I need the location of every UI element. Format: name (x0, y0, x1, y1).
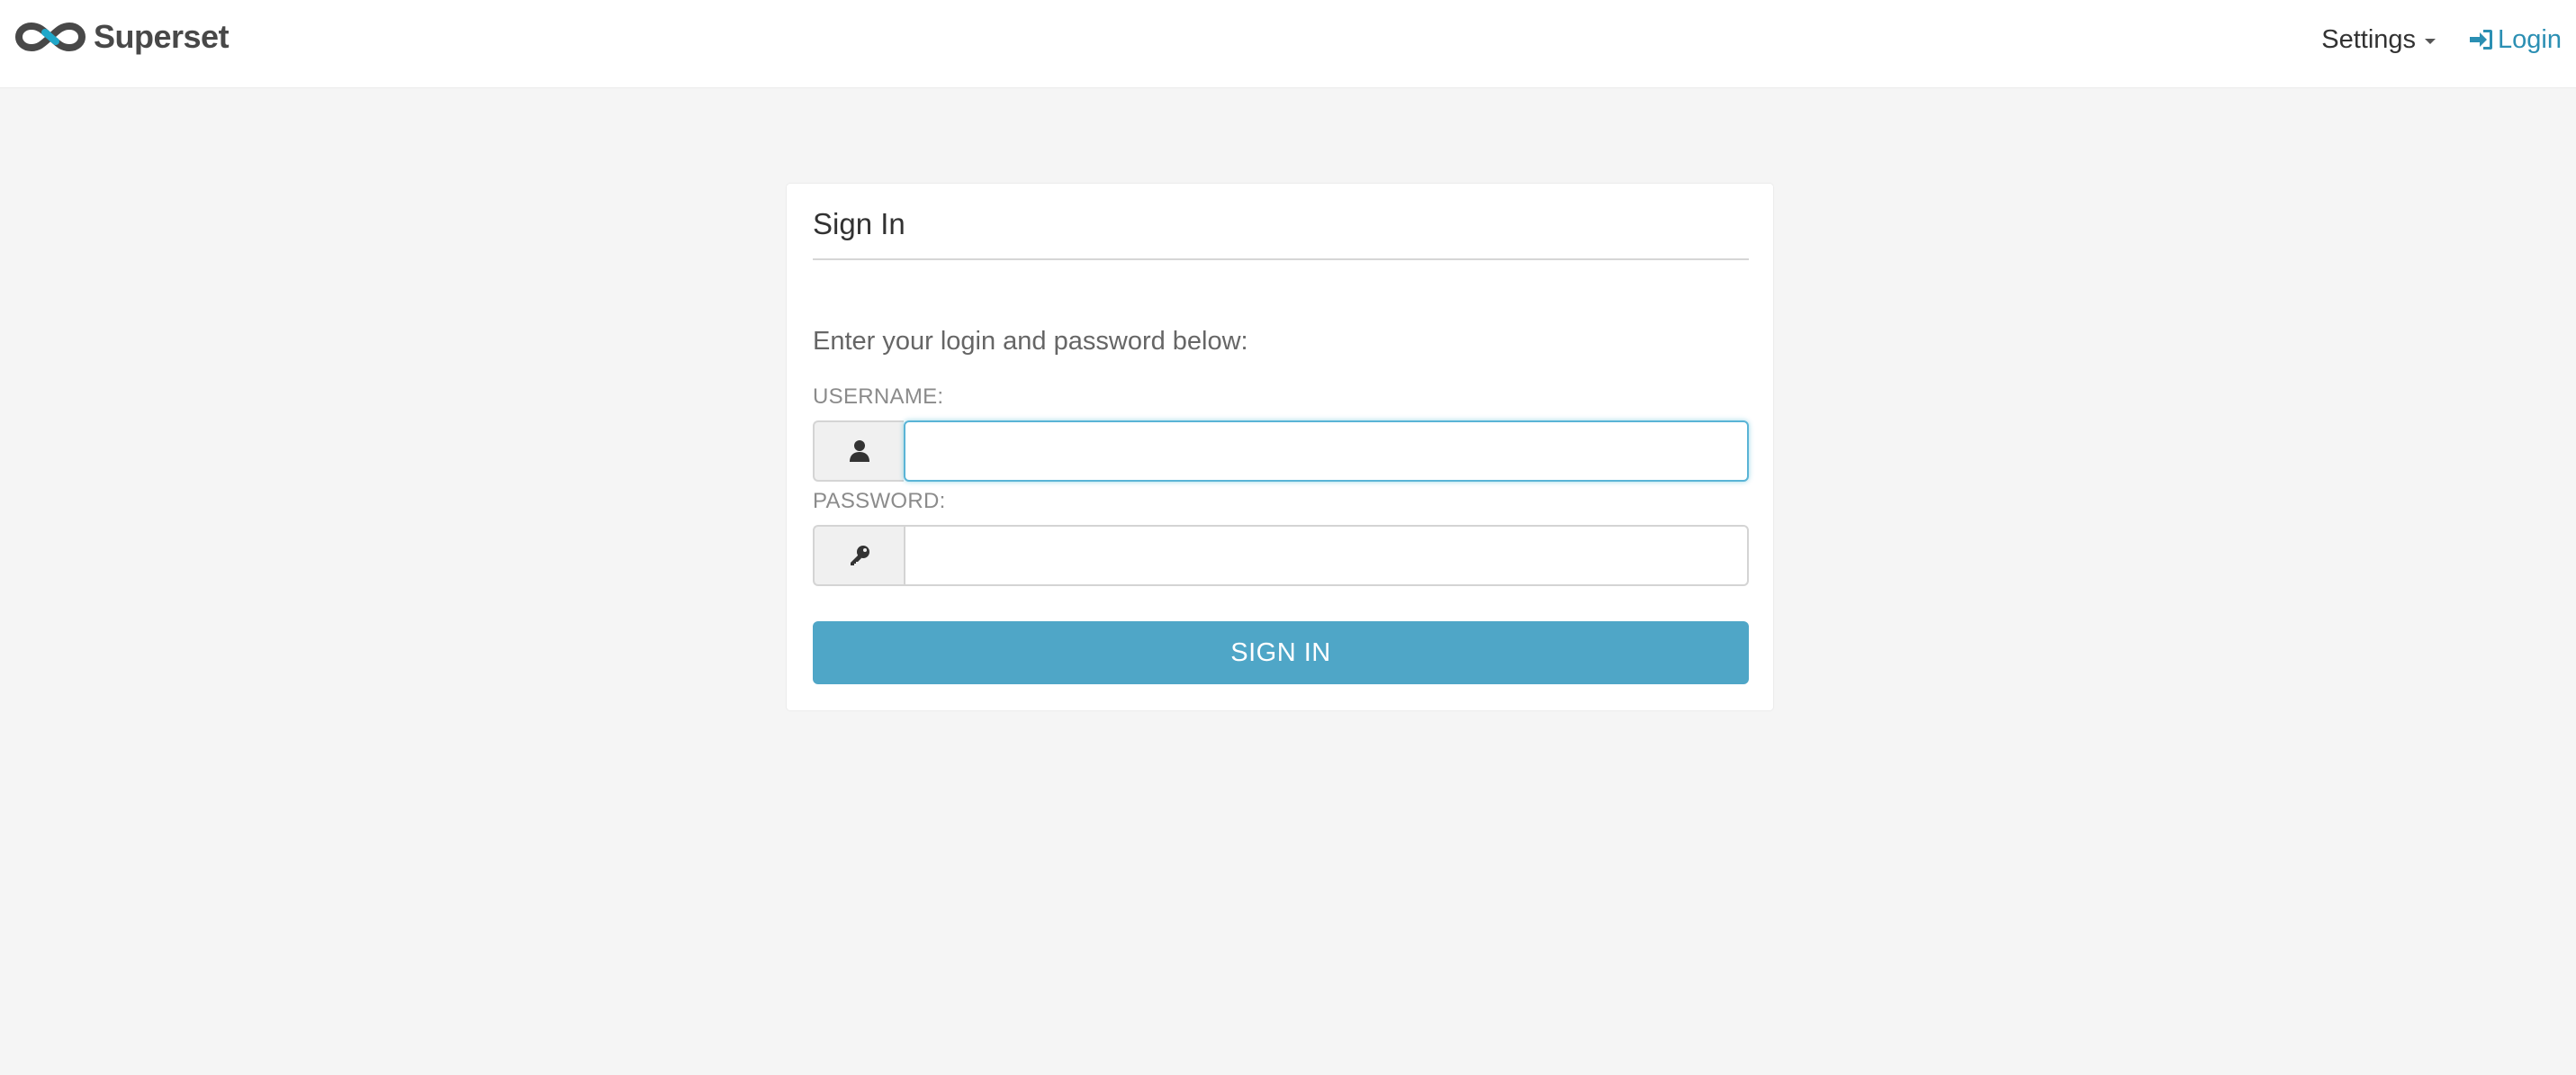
user-icon (849, 440, 869, 462)
top-navbar: Superset Settings Login (0, 0, 2576, 88)
login-label: Login (2498, 24, 2562, 54)
settings-label: Settings (2321, 24, 2417, 54)
superset-logo-icon (14, 22, 86, 52)
brand-home-link[interactable]: Superset (13, 18, 230, 56)
password-label: PASSWORD: (813, 489, 946, 513)
login-link[interactable]: Login (2468, 25, 2562, 55)
password-addon (813, 525, 904, 586)
username-addon (813, 420, 904, 482)
key-icon (850, 546, 869, 565)
settings-dropdown[interactable]: Settings (2321, 25, 2436, 55)
username-input[interactable] (904, 420, 1749, 482)
panel-title: Sign In (813, 207, 905, 240)
caret-down-icon (2425, 39, 2436, 44)
username-input-group (813, 420, 1749, 482)
signin-panel: Sign In Enter your login and password be… (786, 183, 1774, 711)
navbar-right-menu: Settings Login (2321, 22, 2562, 58)
panel-divider (813, 258, 1749, 260)
password-input-group (813, 525, 1749, 586)
username-label: USERNAME: (813, 384, 944, 409)
sign-in-icon (2470, 30, 2493, 50)
signin-instructions: Enter your login and password below: (813, 327, 1248, 356)
brand-name: Superset (94, 18, 230, 55)
sign-in-button[interactable]: SIGN IN (813, 621, 1749, 684)
password-input[interactable] (904, 525, 1749, 586)
